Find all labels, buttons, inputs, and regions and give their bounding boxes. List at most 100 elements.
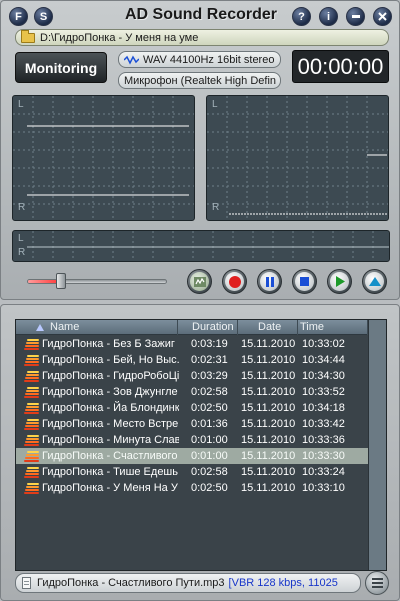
record-button[interactable] xyxy=(222,269,247,294)
row-duration: 0:01:00 xyxy=(191,450,228,462)
column-header-date[interactable]: Date xyxy=(238,320,298,335)
audio-file-icon xyxy=(24,467,39,478)
volume-fill xyxy=(28,280,59,283)
table-row[interactable]: ГидроПонка - Без Б Зажиг 0:03:19 15.11.201… xyxy=(16,336,368,352)
row-duration: 0:01:36 xyxy=(191,418,228,430)
stop-button[interactable] xyxy=(292,269,317,294)
monitoring-button[interactable]: Monitoring xyxy=(15,52,107,83)
row-name: ГидроПонка - Место Встре xyxy=(42,418,179,430)
output-folder-path[interactable]: D:\ГидроПонка - У меня на уме xyxy=(15,29,389,46)
list-header: Name Duration Date Time xyxy=(16,320,368,335)
table-row[interactable]: ГидроПонка - Место Встре 0:01:36 15.11.201… xyxy=(16,416,368,432)
sort-ascending-icon xyxy=(36,323,44,331)
eject-button[interactable] xyxy=(362,269,387,294)
table-row[interactable]: ГидроПонка - Йа Блондинк 0:02:50 15.11.201… xyxy=(16,400,368,416)
volume-slider[interactable] xyxy=(27,273,167,289)
table-row[interactable]: ГидроПонка - У Меня На У 0:02:50 15.11.201… xyxy=(16,480,368,496)
column-header-time[interactable]: Time xyxy=(298,320,368,335)
row-time: 10:33:10 xyxy=(302,482,345,494)
right-channel-label: R xyxy=(18,202,26,213)
level-meter: L R xyxy=(12,230,390,262)
status-file-name: ГидроПонка - Счастливого Пути.mp3 xyxy=(37,577,225,589)
input-device-value: Микрофон (Realtek High Defin xyxy=(124,74,277,87)
audio-file-icon xyxy=(24,387,39,398)
s-button[interactable]: S xyxy=(34,7,53,26)
row-date: 15.11.2010 xyxy=(241,418,296,430)
audio-file-icon xyxy=(24,483,39,494)
record-icon xyxy=(225,272,244,291)
column-header-name[interactable]: Name xyxy=(16,320,178,335)
eject-icon xyxy=(365,272,384,291)
play-button[interactable] xyxy=(327,269,352,294)
meter-left-label: L xyxy=(18,233,24,244)
level-meter-grid xyxy=(27,231,389,261)
file-browser-panel: Name Duration Date Time ГидроПонка - Без… xyxy=(0,304,400,601)
row-date: 15.11.2010 xyxy=(241,434,296,446)
row-name: ГидроПонка - ГидроРобоЦі xyxy=(42,370,179,382)
spectrum-analyzer: L R xyxy=(206,95,389,221)
row-name: ГидроПонка - Тише Едешь, xyxy=(42,466,179,478)
spectrum-grid xyxy=(207,96,388,220)
table-row[interactable]: ГидроПонка - Минута Слав 0:01:00 15.11.201… xyxy=(16,432,368,448)
row-name: ГидроПонка - Бей, Но Выс. xyxy=(42,354,179,366)
menu-icon xyxy=(371,578,383,580)
row-duration: 0:02:58 xyxy=(191,466,228,478)
audio-file-icon xyxy=(24,419,39,430)
format-selector[interactable]: WAV 44100Hz 16bit stereo xyxy=(118,51,281,68)
info-button[interactable]: i xyxy=(319,7,338,26)
status-file-info: [VBR 128 kbps, 11025 xyxy=(228,577,338,589)
table-row[interactable]: ГидроПонка - Тише Едешь, 0:02:58 15.11.201… xyxy=(16,464,368,480)
row-date: 15.11.2010 xyxy=(241,338,296,350)
row-time: 10:34:18 xyxy=(302,402,345,414)
menu-button[interactable] xyxy=(365,571,389,595)
spectrum-left-label: L xyxy=(212,99,218,110)
mixer-button[interactable] xyxy=(187,269,212,294)
row-duration: 0:03:19 xyxy=(191,338,228,350)
f-button[interactable]: F xyxy=(9,7,28,26)
table-row[interactable]: ГидроПонка - Зов Джунгле 0:02:58 15.11.201… xyxy=(16,384,368,400)
row-time: 10:33:24 xyxy=(302,466,345,478)
column-header-duration[interactable]: Duration xyxy=(178,320,238,335)
audio-file-icon xyxy=(24,403,39,414)
audio-file-icon xyxy=(24,451,39,462)
window-title: AD Sound Recorder xyxy=(124,6,277,23)
row-time: 10:34:44 xyxy=(302,354,345,366)
row-date: 15.11.2010 xyxy=(241,354,296,366)
recordings-list[interactable]: Name Duration Date Time ГидроПонка - Без… xyxy=(15,319,387,571)
mixer-icon xyxy=(190,272,209,291)
column-name-label: Name xyxy=(50,321,80,333)
list-scrollbar[interactable] xyxy=(368,320,386,570)
close-icon xyxy=(378,12,387,21)
row-name: ГидроПонка - Без Б Зажиг xyxy=(42,338,175,350)
oscilloscope-left: L R xyxy=(12,95,195,221)
row-date: 15.11.2010 xyxy=(241,450,296,462)
spectrum-right-label: R xyxy=(212,202,220,213)
row-duration: 0:02:58 xyxy=(191,386,228,398)
minimize-button[interactable] xyxy=(346,7,365,26)
close-button[interactable] xyxy=(373,7,392,26)
audio-file-icon xyxy=(24,355,39,366)
input-device-selector[interactable]: Микрофон (Realtek High Defin xyxy=(118,72,281,89)
volume-thumb[interactable] xyxy=(56,273,66,289)
help-button[interactable]: ? xyxy=(292,7,311,26)
table-row[interactable]: ГидроПонка - ГидроРобоЦі 0:03:29 15.11.201… xyxy=(16,368,368,384)
table-row[interactable]: ГидроПонка - Бей, Но Выс. 0:02:31 15.11.20… xyxy=(16,352,368,368)
audio-file-icon xyxy=(24,339,39,350)
row-name: ГидроПонка - У Меня На У xyxy=(42,482,178,494)
pause-icon xyxy=(260,272,279,291)
stop-icon xyxy=(295,272,314,291)
row-duration: 0:02:50 xyxy=(191,402,228,414)
row-date: 15.11.2010 xyxy=(241,466,296,478)
row-name: ГидроПонка - Счастливого xyxy=(42,450,178,462)
table-row[interactable]: ГидроПонка - Счастливого 0:01:00 15.11.201… xyxy=(16,448,368,464)
row-date: 15.11.2010 xyxy=(241,402,296,414)
row-name: ГидроПонка - Минута Слав xyxy=(42,434,179,446)
format-value: WAV 44100Hz 16bit stereo xyxy=(143,53,275,66)
row-date: 15.11.2010 xyxy=(241,370,296,382)
row-time: 10:34:30 xyxy=(302,370,345,382)
pause-button[interactable] xyxy=(257,269,282,294)
left-channel-label: L xyxy=(18,99,24,110)
row-time: 10:33:42 xyxy=(302,418,345,430)
title-bar[interactable]: F S AD Sound Recorder ? i xyxy=(1,1,399,31)
recording-timer: 00:00:00 xyxy=(292,50,389,83)
